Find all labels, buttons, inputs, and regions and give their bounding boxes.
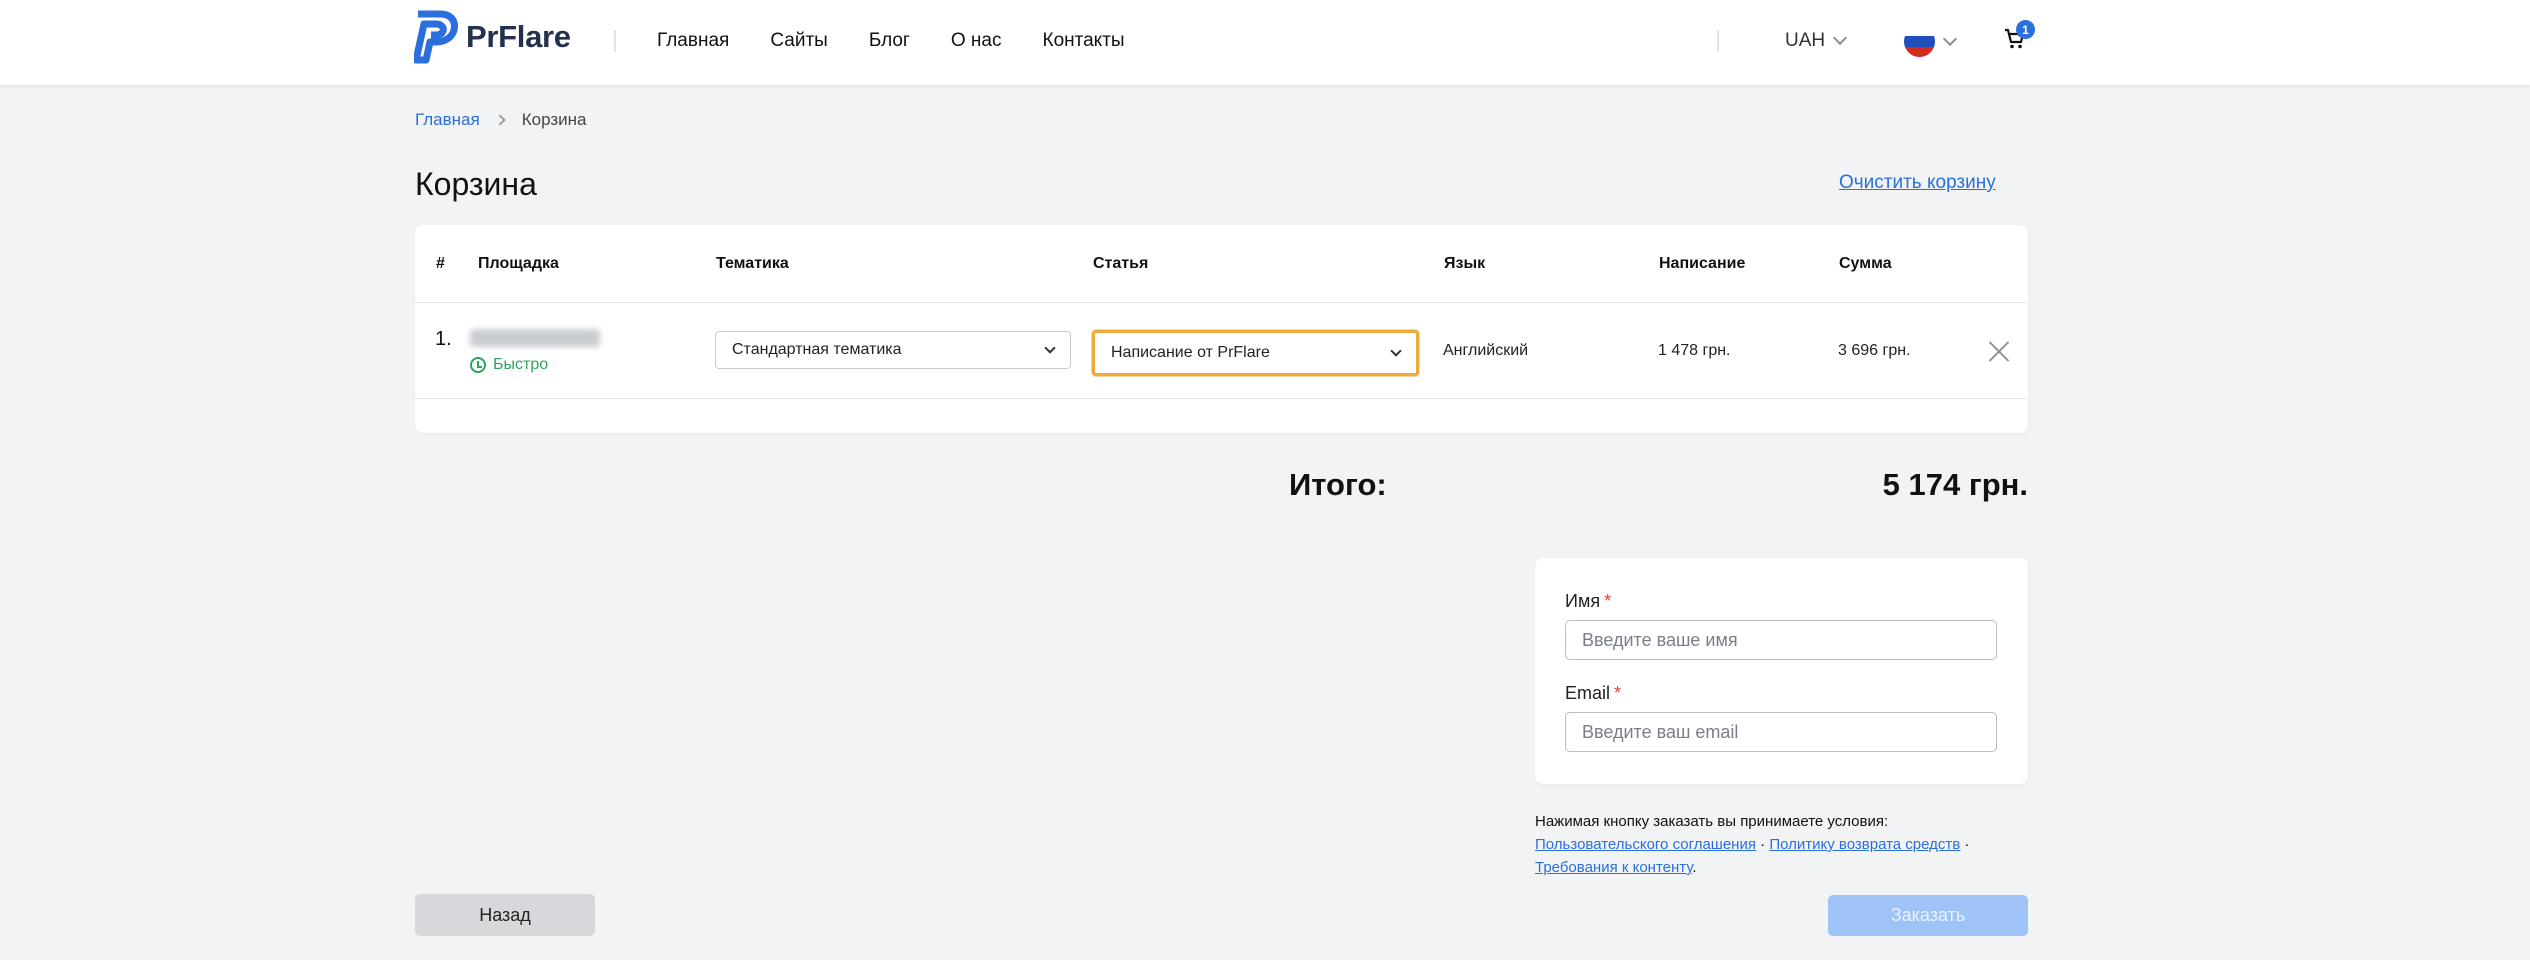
required-mark: *	[1614, 683, 1622, 703]
email-label: Email *	[1565, 683, 1621, 704]
terms-text: Нажимая кнопку заказать вы принимаете ус…	[1535, 810, 2035, 879]
topic-select-value: Стандартная тематика	[732, 341, 902, 358]
column-header-site: Площадка	[478, 255, 559, 272]
terms-intro: Нажимая кнопку заказать вы принимаете ус…	[1535, 813, 1889, 830]
site-name-blurred[interactable]	[470, 329, 600, 347]
chevron-down-icon	[1833, 30, 1848, 46]
speed-badge: Быстро	[470, 356, 548, 374]
header-divider-right	[1717, 30, 1719, 52]
column-header-number: #	[436, 255, 445, 272]
currency-label: UAH	[1785, 30, 1826, 51]
header-divider	[614, 30, 616, 52]
chevron-down-icon	[1942, 31, 1958, 46]
column-header-writing: Написание	[1659, 255, 1746, 272]
cart-button[interactable]: 1	[2004, 20, 2035, 55]
column-header-article: Статья	[1093, 255, 1149, 272]
nav-sites[interactable]: Сайты	[770, 30, 827, 52]
writing-price: 1 478 грн.	[1658, 342, 1731, 359]
row-divider	[415, 398, 2028, 399]
user-agreement-link[interactable]: Пользовательского соглашения	[1535, 836, 1756, 853]
article-select-value: Написание от PrFlare	[1111, 344, 1270, 361]
cart-table: # Площадка Тематика Статья Язык Написани…	[415, 225, 2028, 433]
name-field[interactable]	[1565, 620, 1997, 660]
row-number: 1.	[435, 328, 452, 350]
back-button[interactable]: Назад	[415, 894, 595, 936]
top-header: PrFlare Главная Сайты Блог О нас Контакт…	[0, 0, 2530, 86]
russian-flag-icon	[1904, 26, 1935, 57]
total-label: Итого:	[1289, 467, 1387, 502]
logo-text: PrFlare	[466, 19, 571, 54]
speed-label: Быстро	[493, 356, 549, 373]
language-value: Английский	[1443, 342, 1529, 359]
logo[interactable]: PrFlare	[414, 10, 571, 64]
terms-separator: ·	[1964, 836, 1970, 853]
currency-selector[interactable]: UAH	[1785, 30, 1848, 52]
email-field[interactable]	[1565, 712, 1997, 752]
total-value: 5 174 грн.	[1882, 467, 2028, 502]
required-mark: *	[1604, 591, 1612, 611]
name-label: Имя *	[1565, 591, 1611, 612]
clock-icon	[470, 357, 486, 373]
terms-separator: ·	[1760, 836, 1766, 853]
main-nav: Главная Сайты Блог О нас Контакты	[657, 30, 1166, 52]
terms-end: .	[1692, 859, 1697, 876]
cart-count-badge: 1	[2016, 20, 2035, 39]
breadcrumb-current: Корзина	[521, 110, 587, 129]
row-divider	[415, 302, 2028, 303]
breadcrumb-home[interactable]: Главная	[415, 110, 480, 130]
article-select[interactable]: Написание от PrFlare	[1092, 330, 1419, 376]
remove-item-icon[interactable]	[1988, 340, 2010, 362]
nav-blog[interactable]: Блог	[869, 30, 910, 52]
clear-cart-link[interactable]: Очистить корзину	[1839, 172, 1996, 194]
email-label-text: Email	[1565, 683, 1611, 703]
name-label-text: Имя	[1565, 591, 1601, 611]
language-selector[interactable]	[1904, 26, 1958, 57]
chevron-right-icon	[494, 114, 506, 126]
refund-policy-link[interactable]: Политику возврата средств	[1769, 836, 1960, 853]
column-header-language: Язык	[1444, 255, 1486, 272]
chevron-down-icon	[1044, 341, 1056, 354]
chevron-down-icon	[1390, 344, 1402, 357]
column-header-sum: Сумма	[1839, 255, 1892, 272]
page-title: Корзина	[415, 166, 537, 202]
row-sum: 3 696 грн.	[1838, 342, 1911, 359]
content-requirements-link[interactable]: Требования к контенту	[1535, 859, 1692, 876]
breadcrumb: Главная Корзина	[415, 110, 586, 130]
nav-home[interactable]: Главная	[657, 30, 729, 52]
column-header-topic: Тематика	[716, 255, 789, 272]
topic-select[interactable]: Стандартная тематика	[715, 331, 1071, 369]
nav-about[interactable]: О нас	[951, 30, 1002, 52]
prflare-logo-icon	[414, 10, 458, 64]
order-form: Имя* Email*	[1535, 558, 2028, 784]
order-button[interactable]: Заказать	[1828, 895, 2028, 936]
nav-contacts[interactable]: Контакты	[1043, 30, 1125, 52]
